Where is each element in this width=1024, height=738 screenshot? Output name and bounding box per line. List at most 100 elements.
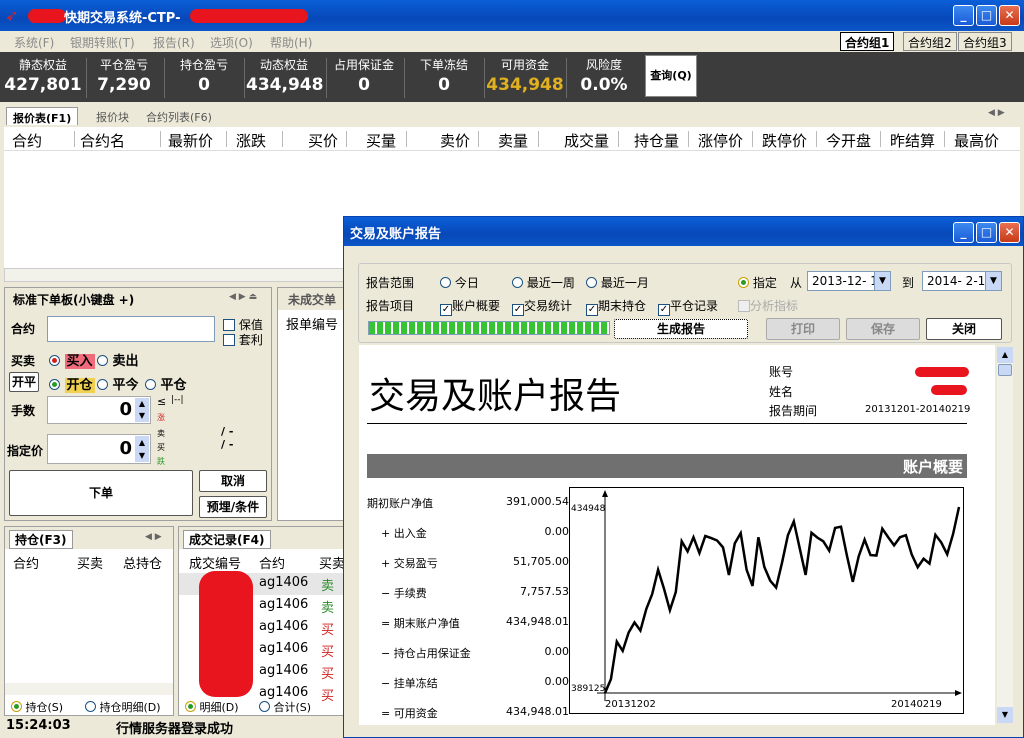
price-stepper[interactable]: ▲ ▼ — [135, 436, 149, 462]
item-account-summary[interactable]: ✓ 账户概要 — [440, 297, 500, 316]
menu-bank[interactable]: 银期转账(T) — [70, 34, 135, 51]
contract-input[interactable] — [47, 316, 215, 342]
summary-radio[interactable]: 合计(S) — [259, 699, 311, 715]
chevron-down-icon[interactable]: ▼ — [874, 272, 890, 290]
panel-nav-icons[interactable]: ◀ ▶ ⏏ — [229, 292, 257, 302]
col-header[interactable]: 涨停价 — [698, 130, 743, 151]
from-date-picker[interactable]: 2013-12- 1 ▼ — [807, 271, 891, 291]
col-contract[interactable]: 合约 — [13, 553, 39, 572]
redaction-mark — [190, 9, 308, 23]
price-label: 指定价 — [7, 444, 44, 458]
tab-trades[interactable]: 成交记录(F4) — [183, 530, 271, 549]
stat-margin: 占用保证金 0 — [333, 58, 394, 95]
generate-report-button[interactable]: 生成报告 — [614, 319, 748, 339]
close-radio[interactable]: 平仓 — [145, 374, 187, 393]
place-order-button[interactable]: 下单 — [9, 470, 193, 516]
kaiping-button[interactable]: 开平 — [9, 372, 39, 392]
col-header[interactable]: 昨结算 — [890, 130, 935, 151]
print-button[interactable]: 打印 — [766, 318, 840, 340]
cancel-order-button[interactable]: 取消 — [199, 470, 267, 492]
qty-input[interactable]: 0 ▲ ▼ — [47, 396, 151, 424]
col-side[interactable]: 买卖 — [319, 553, 345, 572]
stat-close-pnl: 平仓盈亏 7,290 — [97, 58, 151, 95]
col-header[interactable]: 合约 — [12, 130, 42, 151]
position-detail-radio[interactable]: 持仓明细(D) — [85, 699, 161, 715]
tab-group-3[interactable]: 合约组3 — [958, 32, 1012, 51]
col-header[interactable]: 最新价 — [168, 130, 213, 151]
close-dialog-button[interactable]: 关闭 — [926, 318, 1002, 340]
dialog-close-button[interactable]: ✕ — [999, 222, 1020, 243]
col-contract[interactable]: 合约 — [259, 553, 285, 572]
range-specified-radio[interactable]: 指定 — [738, 274, 777, 291]
detail-radio[interactable]: 明细(D) — [185, 699, 239, 715]
col-header[interactable]: 卖价 — [440, 130, 470, 151]
query-button[interactable]: 查询(Q) — [645, 55, 697, 97]
tab-group-1[interactable]: 合约组1 — [840, 32, 895, 51]
save-button[interactable]: 保存 — [846, 318, 920, 340]
menu-report[interactable]: 报告(R) — [153, 34, 195, 51]
limit-mark: ≤ — [157, 395, 167, 408]
tab-quote-table[interactable]: 报价表(F1) — [6, 107, 79, 125]
menu-help[interactable]: 帮助(H) — [270, 34, 312, 51]
arb-checkbox[interactable] — [223, 334, 235, 346]
range-week-radio[interactable]: 最近一周 — [512, 274, 575, 291]
qty-stepper[interactable]: ▲ ▼ — [135, 398, 149, 422]
quote-hscroll[interactable] — [4, 268, 344, 282]
col-header[interactable]: 最高价 — [954, 130, 999, 151]
col-header[interactable]: 合约名 — [80, 130, 125, 151]
tab-group-2[interactable]: 合约组2 — [903, 32, 957, 51]
progress-bar — [368, 321, 610, 335]
col-header[interactable]: 成交量 — [564, 130, 609, 151]
report-vscroll[interactable]: ▲ ▼ — [997, 347, 1013, 723]
col-header[interactable]: 涨跌 — [236, 130, 266, 151]
close-button[interactable]: ✕ — [999, 5, 1020, 26]
dialog-maximize-button[interactable]: □ — [976, 222, 997, 243]
col-header[interactable]: 买量 — [366, 130, 396, 151]
to-date-picker[interactable]: 2014- 2-19 ▼ — [922, 271, 1002, 291]
col-trade-id[interactable]: 成交编号 — [189, 553, 241, 572]
y-tick-label-bottom: 389125 — [571, 684, 605, 694]
col-total-position[interactable]: 总持仓 — [123, 553, 162, 572]
trades-tabbar: 成交记录(F4) — [179, 527, 345, 549]
tab-positions[interactable]: 持仓(F3) — [9, 530, 73, 549]
qty-label: 手数 — [11, 404, 36, 418]
col-header[interactable]: 买价 — [308, 130, 338, 151]
hedge-checkbox[interactable] — [223, 319, 235, 331]
maximize-button[interactable]: □ — [976, 5, 997, 26]
col-header[interactable]: 卖量 — [498, 130, 528, 151]
positions-radio[interactable]: 持仓(S) — [11, 699, 63, 715]
col-header[interactable]: 今开盘 — [826, 130, 871, 151]
item-close-records[interactable]: ✓ 平仓记录 — [658, 297, 718, 316]
tab-contract-list[interactable]: 合约列表(F6) — [140, 107, 218, 125]
order-panel-title: 标准下单板(小键盘 +) — [13, 293, 135, 307]
menu-options[interactable]: 选项(O) — [210, 34, 253, 51]
col-side[interactable]: 买卖 — [77, 553, 103, 572]
col-header[interactable]: 跌停价 — [762, 130, 807, 151]
range-month-radio[interactable]: 最近一月 — [586, 274, 649, 291]
item-trade-stats[interactable]: ✓ 交易统计 — [512, 297, 572, 316]
item-end-positions[interactable]: ✓ 期末持仓 — [586, 297, 646, 316]
sell-radio[interactable]: 卖出 — [97, 350, 139, 369]
chevron-down-icon[interactable]: ▼ — [985, 272, 1001, 290]
dialog-minimize-button[interactable]: _ — [953, 222, 974, 243]
menu-system[interactable]: 系统(F) — [14, 34, 54, 51]
minimize-button[interactable]: _ — [953, 5, 974, 26]
col-order-id[interactable]: 报单编号 — [286, 314, 338, 333]
heading-rule — [367, 423, 967, 424]
summary-line-value: 434,948.01 — [506, 705, 569, 718]
trade-side: 卖 — [321, 579, 335, 594]
positions-hscroll[interactable] — [5, 683, 173, 695]
open-radio[interactable]: 开仓 — [49, 374, 95, 393]
contract-label: 合约 — [11, 322, 36, 336]
close-today-radio[interactable]: 平今 — [97, 374, 139, 393]
item-analysis[interactable]: 分析指标 — [738, 297, 798, 314]
summary-line-value: 0.00 — [544, 645, 570, 658]
col-header[interactable]: 持仓量 — [634, 130, 679, 151]
price-input[interactable]: 0 ▲ ▼ — [47, 434, 151, 464]
tab-quote-block[interactable]: 报价块 — [90, 107, 135, 125]
conditional-order-button[interactable]: 预埋/条件 — [199, 496, 267, 518]
tab-scroll-arrows[interactable]: ◀ ▶ — [988, 108, 1005, 118]
menu-bar: 系统(F) 银期转账(T) 报告(R) 选项(O) 帮助(H) 合约组1 合约组… — [0, 31, 1024, 52]
range-today-radio[interactable]: 今日 — [440, 274, 479, 291]
buy-radio[interactable]: 买入 — [49, 350, 95, 369]
